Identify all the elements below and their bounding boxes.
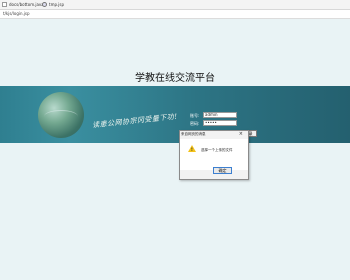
username-input[interactable]: admin xyxy=(203,112,237,118)
tab-label: tmp.jsp xyxy=(49,2,65,7)
password-input[interactable]: ••••• xyxy=(203,120,237,126)
browser-tab[interactable]: tmp.jsp xyxy=(42,1,64,8)
warning-exclamation-icon: ! xyxy=(191,147,193,152)
tab-label: docs/bottom.java xyxy=(9,2,44,7)
login-banner: 读患公网协宗冈受量下功! 账号: admin 密码: ••••• 类型: 管理员… xyxy=(0,86,350,143)
globe-image-icon xyxy=(38,92,84,138)
page-content: 学教在线交流平台 读患公网协宗冈受量下功! 账号: admin 密码: ••••… xyxy=(0,19,350,280)
browser-tab-bar: docs/bottom.java tmp.jsp xyxy=(0,0,350,10)
dialog-title: 来自网页的消息 xyxy=(181,132,206,136)
address-bar[interactable]: t/kjs/login.jsp xyxy=(0,10,350,19)
dialog-body: ! 选择一个上传的文件 xyxy=(180,139,248,170)
page-title: 学教在线交流平台 xyxy=(135,73,215,84)
alert-dialog: 来自网页的消息 × ! 选择一个上传的文件 确定 xyxy=(179,130,249,180)
url-text[interactable]: t/kjs/login.jsp xyxy=(3,11,30,16)
close-icon[interactable]: × xyxy=(239,131,243,137)
ok-button[interactable]: 确定 xyxy=(213,167,232,174)
file-icon xyxy=(2,2,7,7)
slogan-text: 读患公网协宗冈受量下功! xyxy=(91,112,179,130)
dialog-message: 选择一个上传的文件 xyxy=(201,148,233,152)
browser-tab[interactable]: docs/bottom.java xyxy=(2,1,44,8)
password-label: 密码: xyxy=(190,121,200,126)
globe-icon xyxy=(42,2,47,7)
username-label: 账号: xyxy=(190,113,200,118)
